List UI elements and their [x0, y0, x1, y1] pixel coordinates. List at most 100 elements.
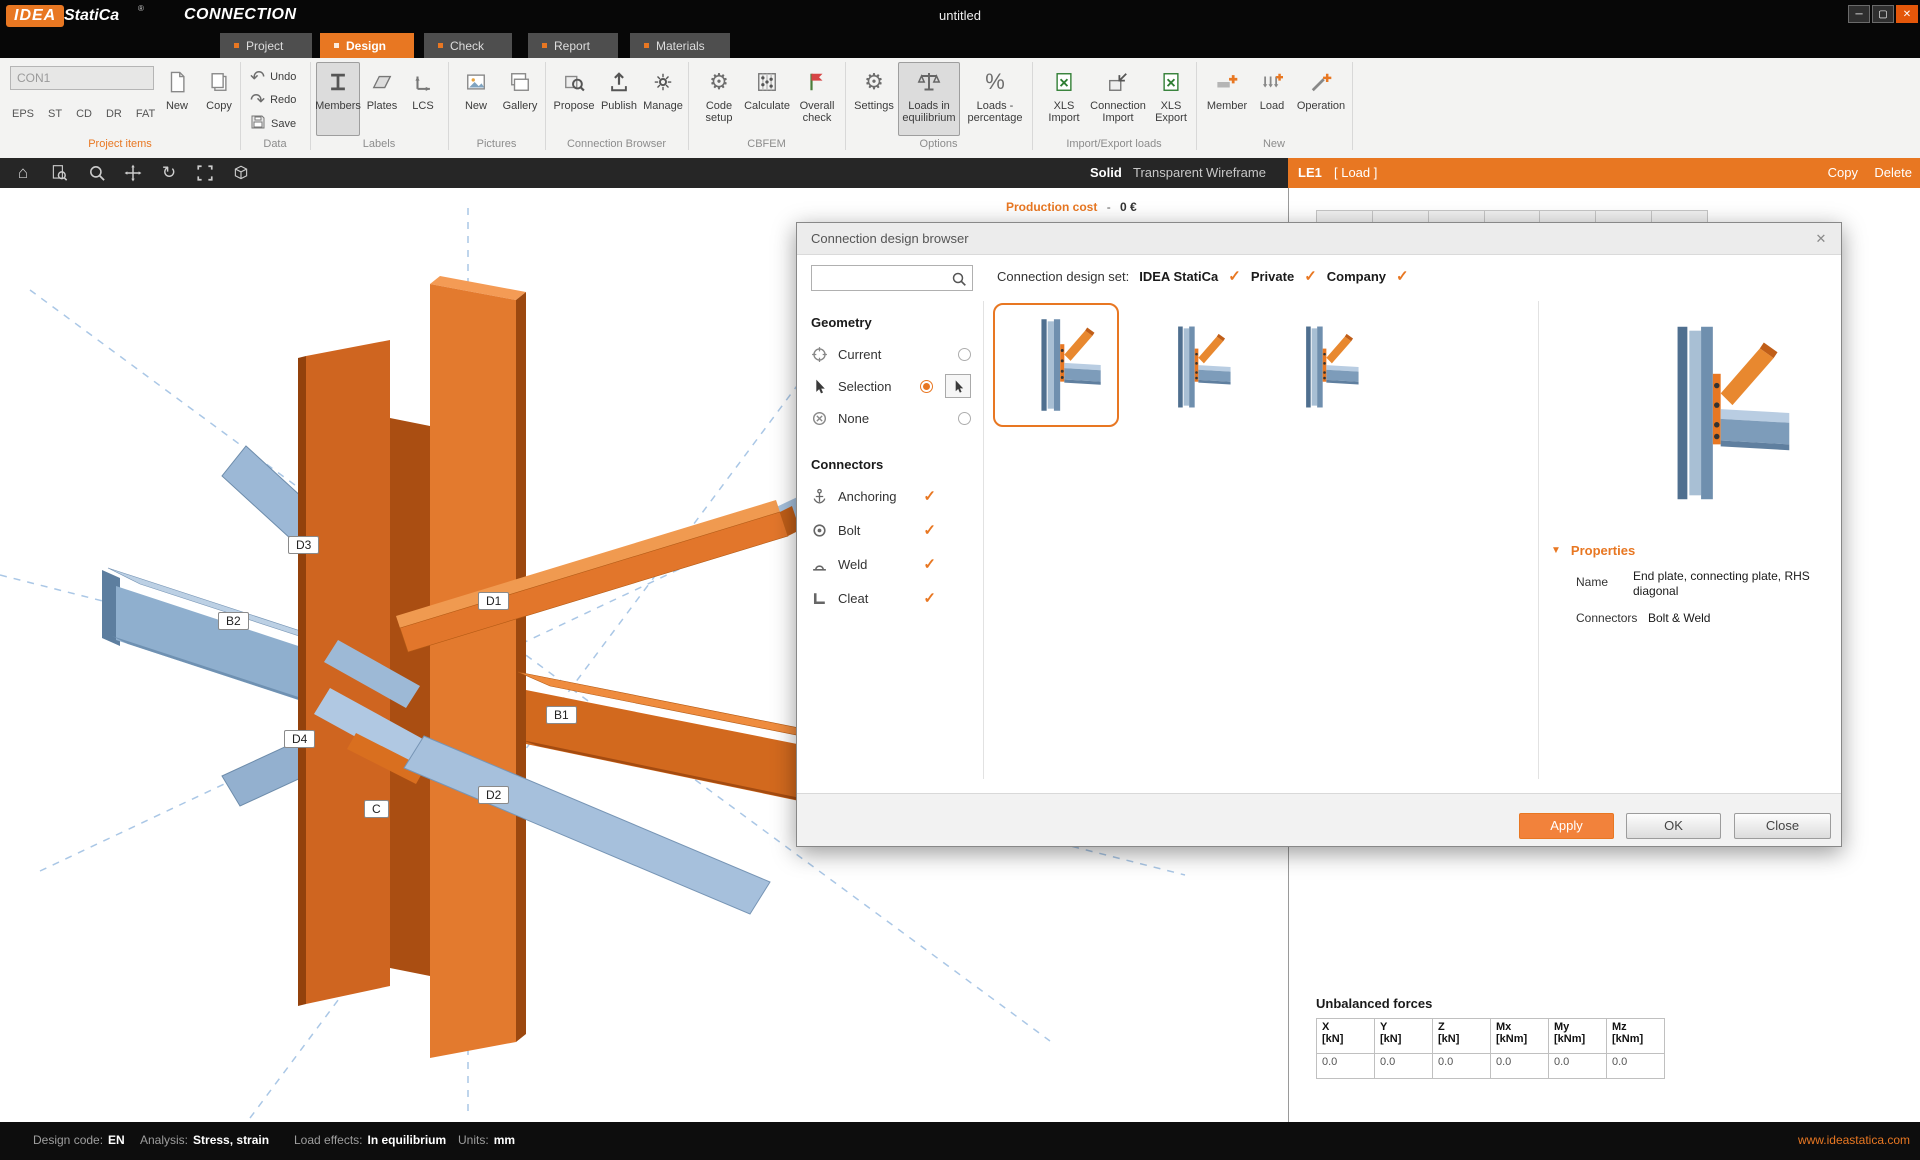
item-cd[interactable]: CD [76, 108, 92, 120]
new-load-button[interactable]: Load [1252, 62, 1292, 136]
load-delete-button[interactable]: Delete [1874, 165, 1912, 180]
zoom-button[interactable] [84, 161, 110, 185]
propose-button[interactable]: Propose [552, 62, 596, 136]
weld-checkbox[interactable]: ✓ [923, 557, 936, 572]
minimize-button[interactable]: ─ [1848, 5, 1870, 23]
design-set-idea-checkbox[interactable]: ✓ [1228, 269, 1241, 284]
new-operation-button[interactable]: Operation [1294, 62, 1348, 136]
cleat-checkbox[interactable]: ✓ [923, 591, 936, 606]
design-set-private-checkbox[interactable]: ✓ [1304, 269, 1317, 284]
geometry-option-current[interactable]: Current [811, 343, 971, 365]
apply-button[interactable]: Apply [1519, 813, 1614, 839]
code-setup-button[interactable]: ⚙ Code setup [696, 62, 742, 136]
group-separator [845, 62, 846, 150]
save-button[interactable]: Save [250, 114, 296, 133]
cleat-icon [811, 590, 828, 607]
redo-button[interactable]: ↷ Redo [250, 91, 296, 109]
close-button[interactable]: ✕ [1896, 5, 1918, 23]
settings-button[interactable]: ⚙ Settings [852, 62, 896, 136]
button-label: Publish [601, 100, 637, 112]
member-label-d4[interactable]: D4 [284, 730, 315, 748]
ok-button[interactable]: OK [1626, 813, 1721, 839]
search-input[interactable] [811, 265, 973, 291]
connection-name-field[interactable]: CON1 [10, 66, 154, 90]
rotate-view-button[interactable]: ↻ [156, 161, 182, 185]
geometry-option-selection[interactable]: Selection [811, 375, 971, 397]
member-label-d2[interactable]: D2 [478, 786, 509, 804]
close-dialog-button[interactable]: Close [1734, 813, 1831, 839]
overall-check-button[interactable]: Overall check [792, 62, 842, 136]
connector-weld[interactable]: Weld ✓ [811, 553, 936, 575]
loads-in-equilibrium-toggle[interactable]: Loads in equilibrium [898, 62, 960, 136]
load-copy-button[interactable]: Copy [1828, 165, 1858, 180]
design-set-idea[interactable]: IDEA StatiCa [1139, 269, 1218, 284]
copy-project-item-button[interactable]: Copy [200, 62, 238, 136]
tab-materials[interactable]: Materials [630, 33, 730, 58]
member-label-b2[interactable]: B2 [218, 612, 249, 630]
item-eps[interactable]: EPS [12, 108, 34, 120]
load-case-name[interactable]: LE1 [1298, 165, 1322, 180]
geometry-option-none[interactable]: None [811, 407, 971, 429]
none-radio[interactable] [958, 412, 971, 425]
view-mode-solid[interactable]: Solid [1090, 165, 1122, 180]
member-label-b1[interactable]: B1 [546, 706, 577, 724]
dialog-close-icon[interactable]: ✕ [1811, 230, 1831, 248]
pick-selection-button[interactable] [945, 374, 971, 398]
new-member-button[interactable]: Member [1204, 62, 1250, 136]
labels-lcs-toggle[interactable]: LCS [404, 62, 442, 136]
status-design-code: Design code:EN [33, 1133, 125, 1147]
design-thumbnail-2[interactable] [1141, 315, 1241, 419]
item-dr[interactable]: DR [106, 108, 122, 120]
member-label-d3[interactable]: D3 [288, 536, 319, 554]
current-radio[interactable] [958, 348, 971, 361]
labels-members-toggle[interactable]: Members [316, 62, 360, 136]
anchoring-icon [811, 488, 828, 505]
pan-button[interactable] [120, 161, 146, 185]
production-cost: Production cost - 0 € [1006, 200, 1137, 214]
item-fat[interactable]: FAT [136, 108, 155, 120]
calculate-button[interactable]: Calculate [744, 62, 790, 136]
design-set-company-checkbox[interactable]: ✓ [1396, 269, 1409, 284]
xls-export-button[interactable]: XLS Export [1148, 62, 1194, 136]
group-label-connection-browser: Connection Browser [545, 138, 688, 154]
picture-gallery-button[interactable]: Gallery [498, 62, 542, 136]
bolt-checkbox[interactable]: ✓ [923, 523, 936, 538]
properties-header-row[interactable]: ▼ Properties [1551, 543, 1635, 558]
property-name-label: Name [1576, 575, 1608, 589]
dialog-title-bar[interactable]: Connection design browser ✕ [797, 223, 1841, 255]
item-st[interactable]: ST [48, 108, 62, 120]
labels-plates-toggle[interactable]: Plates [362, 62, 402, 136]
member-label-c[interactable]: C [364, 800, 389, 818]
picture-icon [465, 67, 487, 97]
design-thumbnail-selected[interactable] [993, 303, 1119, 427]
view-mode-wireframe[interactable]: Wireframe [1206, 165, 1266, 180]
tab-design[interactable]: Design [320, 33, 414, 58]
zoom-window-button[interactable] [46, 161, 72, 185]
isometric-view-button[interactable] [228, 161, 254, 185]
design-set-company[interactable]: Company [1327, 269, 1386, 284]
maximize-button[interactable]: ▢ [1872, 5, 1894, 23]
anchoring-checkbox[interactable]: ✓ [923, 489, 936, 504]
design-set-private[interactable]: Private [1251, 269, 1294, 284]
connector-bolt[interactable]: Bolt ✓ [811, 519, 936, 541]
tab-check[interactable]: Check [424, 33, 512, 58]
connector-anchoring[interactable]: Anchoring ✓ [811, 485, 936, 507]
publish-button[interactable]: Publish [598, 62, 640, 136]
xls-import-button[interactable]: XLS Import [1040, 62, 1088, 136]
tab-report[interactable]: Report [528, 33, 618, 58]
design-thumbnail-3[interactable] [1269, 315, 1369, 419]
new-project-item-button[interactable]: New [158, 62, 196, 136]
member-label-d1[interactable]: D1 [478, 592, 509, 610]
picture-new-button[interactable]: New [456, 62, 496, 136]
view-mode-transparent[interactable]: Transparent [1133, 165, 1203, 180]
connector-cleat[interactable]: Cleat ✓ [811, 587, 936, 609]
tab-project[interactable]: Project [220, 33, 312, 58]
home-view-button[interactable]: ⌂ [10, 161, 36, 185]
manage-button[interactable]: Manage [642, 62, 684, 136]
undo-button[interactable]: ↶ Undo [250, 68, 296, 86]
connection-import-button[interactable]: Connection Import [1090, 62, 1146, 136]
loads-percentage-toggle[interactable]: % Loads - percentage [964, 62, 1026, 136]
website-link[interactable]: www.ideastatica.com [1798, 1133, 1910, 1147]
selection-radio[interactable] [920, 380, 933, 393]
zoom-to-fit-button[interactable] [192, 161, 218, 185]
